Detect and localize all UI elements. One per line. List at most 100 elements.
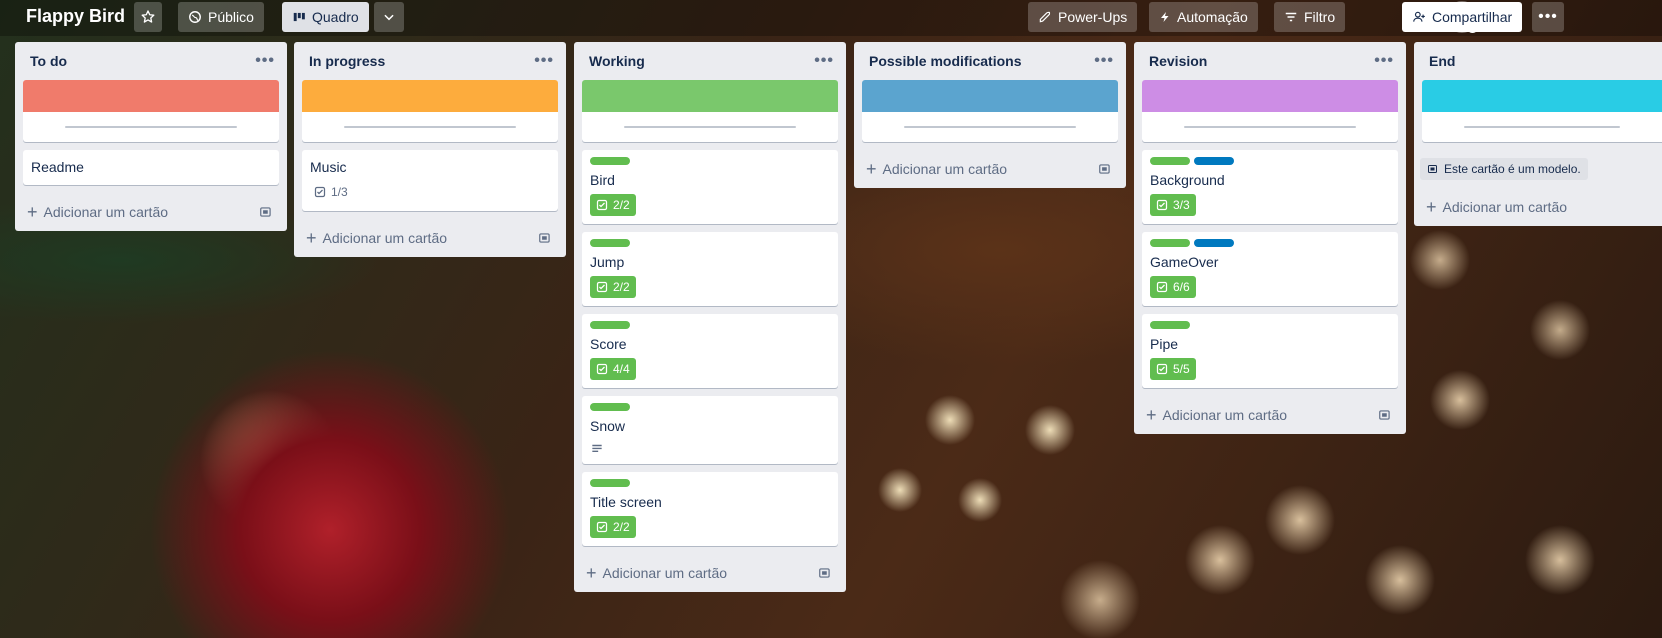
card[interactable]: Score 4/4 <box>582 314 838 388</box>
card[interactable]: Music 1/3 <box>302 150 558 211</box>
card-title: GameOver <box>1150 254 1219 270</box>
add-card-button[interactable]: + Adicionar um cartão <box>1134 396 1406 434</box>
list-menu-icon[interactable]: ••• <box>255 52 275 70</box>
card[interactable]: Readme <box>23 150 279 185</box>
add-card-label: Adicionar um cartão <box>1162 407 1288 423</box>
add-card-button[interactable]: + Adicionar um cartão <box>854 150 1126 188</box>
plus-icon: + <box>586 562 597 583</box>
green-label <box>1150 239 1190 247</box>
list-title[interactable]: Revision <box>1149 53 1207 69</box>
list-title[interactable]: End <box>1429 53 1455 69</box>
card-placeholder-line <box>862 112 1118 142</box>
list-title[interactable]: Possible modifications <box>869 53 1021 69</box>
power-ups-button[interactable]: Power-Ups <box>1028 2 1138 32</box>
list-in-progress: In progress ••• Music 1/3 + Adicionar um … <box>294 42 566 257</box>
plus-icon: + <box>1426 196 1437 217</box>
cover-card[interactable] <box>582 80 838 142</box>
filter-button[interactable]: Filtro <box>1274 2 1346 32</box>
card[interactable]: Jump 2/2 <box>582 232 838 306</box>
plus-icon: + <box>306 227 317 248</box>
visibility-label: Público <box>208 9 254 25</box>
card-title: Background <box>1150 172 1225 188</box>
checklist-icon <box>596 363 608 375</box>
list-menu-icon[interactable]: ••• <box>534 52 554 70</box>
checklist-icon <box>596 281 608 293</box>
template-note: Este cartão é um modelo. <box>1444 162 1581 176</box>
checklist-badge: 2/2 <box>590 516 636 538</box>
plus-icon: + <box>27 201 38 222</box>
cover-card[interactable] <box>1142 80 1398 142</box>
checklist-count: 4/4 <box>613 362 630 376</box>
card-cover <box>302 80 558 112</box>
checklist-badge: 5/5 <box>1150 358 1196 380</box>
filter-icon <box>1285 12 1297 22</box>
board-menu-button[interactable]: ••• <box>1532 2 1564 32</box>
checklist-icon <box>314 186 326 198</box>
add-card-button[interactable]: + Adicionar um cartão <box>294 219 566 257</box>
add-card-button[interactable]: + Adicionar um cartão <box>1414 188 1662 226</box>
visibility-button[interactable]: Público <box>178 2 264 32</box>
green-label <box>1150 157 1190 165</box>
checklist-count: 2/2 <box>613 280 630 294</box>
card-title: Score <box>590 336 627 352</box>
list-menu-icon[interactable]: ••• <box>814 52 834 70</box>
board-title[interactable]: Flappy Bird <box>26 6 125 27</box>
green-label <box>590 403 630 411</box>
chevron-down-icon <box>384 14 394 21</box>
list-menu-icon[interactable]: ••• <box>1094 52 1114 70</box>
list-revision: Revision ••• Background 3/3 GameOver 6/6… <box>1134 42 1406 434</box>
add-card-label: Adicionar um cartão <box>882 161 1008 177</box>
list-title[interactable]: Working <box>589 53 645 69</box>
card[interactable]: GameOver 6/6 <box>1142 232 1398 306</box>
template-icon[interactable] <box>1378 408 1392 422</box>
rocket-icon <box>1039 11 1051 23</box>
share-button[interactable]: Compartilhar <box>1402 2 1523 32</box>
checklist-badge: 2/2 <box>590 194 636 216</box>
green-label <box>1150 321 1190 329</box>
star-button[interactable] <box>134 2 162 32</box>
card[interactable]: Pipe 5/5 <box>1142 314 1398 388</box>
card-placeholder-line <box>582 112 838 142</box>
automation-button[interactable]: Automação <box>1149 2 1258 32</box>
checklist-icon <box>1156 363 1168 375</box>
green-label <box>590 321 630 329</box>
template-card[interactable] <box>1422 80 1662 142</box>
card[interactable]: Title screen 2/2 <box>582 472 838 546</box>
card[interactable]: Snow <box>582 396 838 464</box>
template-icon[interactable] <box>1098 162 1112 176</box>
globe-icon <box>189 11 201 23</box>
template-icon <box>1428 165 1437 173</box>
more-icon: ••• <box>1538 8 1558 25</box>
template-icon[interactable] <box>818 566 832 580</box>
view-dropdown-button[interactable] <box>374 2 404 32</box>
green-label <box>590 157 630 165</box>
cover-card[interactable] <box>862 80 1118 142</box>
power-ups-label: Power-Ups <box>1058 9 1128 25</box>
card[interactable]: Background 3/3 <box>1142 150 1398 224</box>
add-card-button[interactable]: + Adicionar um cartão <box>15 193 287 231</box>
checklist-count: 6/6 <box>1173 280 1190 294</box>
template-icon[interactable] <box>259 205 273 219</box>
add-card-button[interactable]: + Adicionar um cartão <box>574 554 846 592</box>
checklist-badge: 2/2 <box>590 276 636 298</box>
card[interactable]: Bird 2/2 <box>582 150 838 224</box>
list-working: Working ••• Bird 2/2 Jump 2/2 Score 4/4 … <box>574 42 846 592</box>
description-icon <box>592 444 602 453</box>
board-icon <box>293 12 305 22</box>
template-badge: Este cartão é um modelo. <box>1420 158 1588 180</box>
list-menu-icon[interactable]: ••• <box>1374 52 1394 70</box>
template-icon[interactable] <box>538 231 552 245</box>
card-cover <box>862 80 1118 112</box>
card-placeholder-line <box>1422 112 1662 142</box>
card-title: Music <box>310 159 347 175</box>
view-switcher-button[interactable]: Quadro <box>282 2 369 32</box>
cover-card[interactable] <box>302 80 558 142</box>
checklist-count: 3/3 <box>1173 198 1190 212</box>
card-cover <box>1422 80 1662 112</box>
cover-card[interactable] <box>23 80 279 142</box>
checklist-badge: 6/6 <box>1150 276 1196 298</box>
list-title[interactable]: To do <box>30 53 67 69</box>
plus-icon: + <box>1146 404 1157 425</box>
blue-label <box>1194 239 1234 247</box>
list-title[interactable]: In progress <box>309 53 385 69</box>
